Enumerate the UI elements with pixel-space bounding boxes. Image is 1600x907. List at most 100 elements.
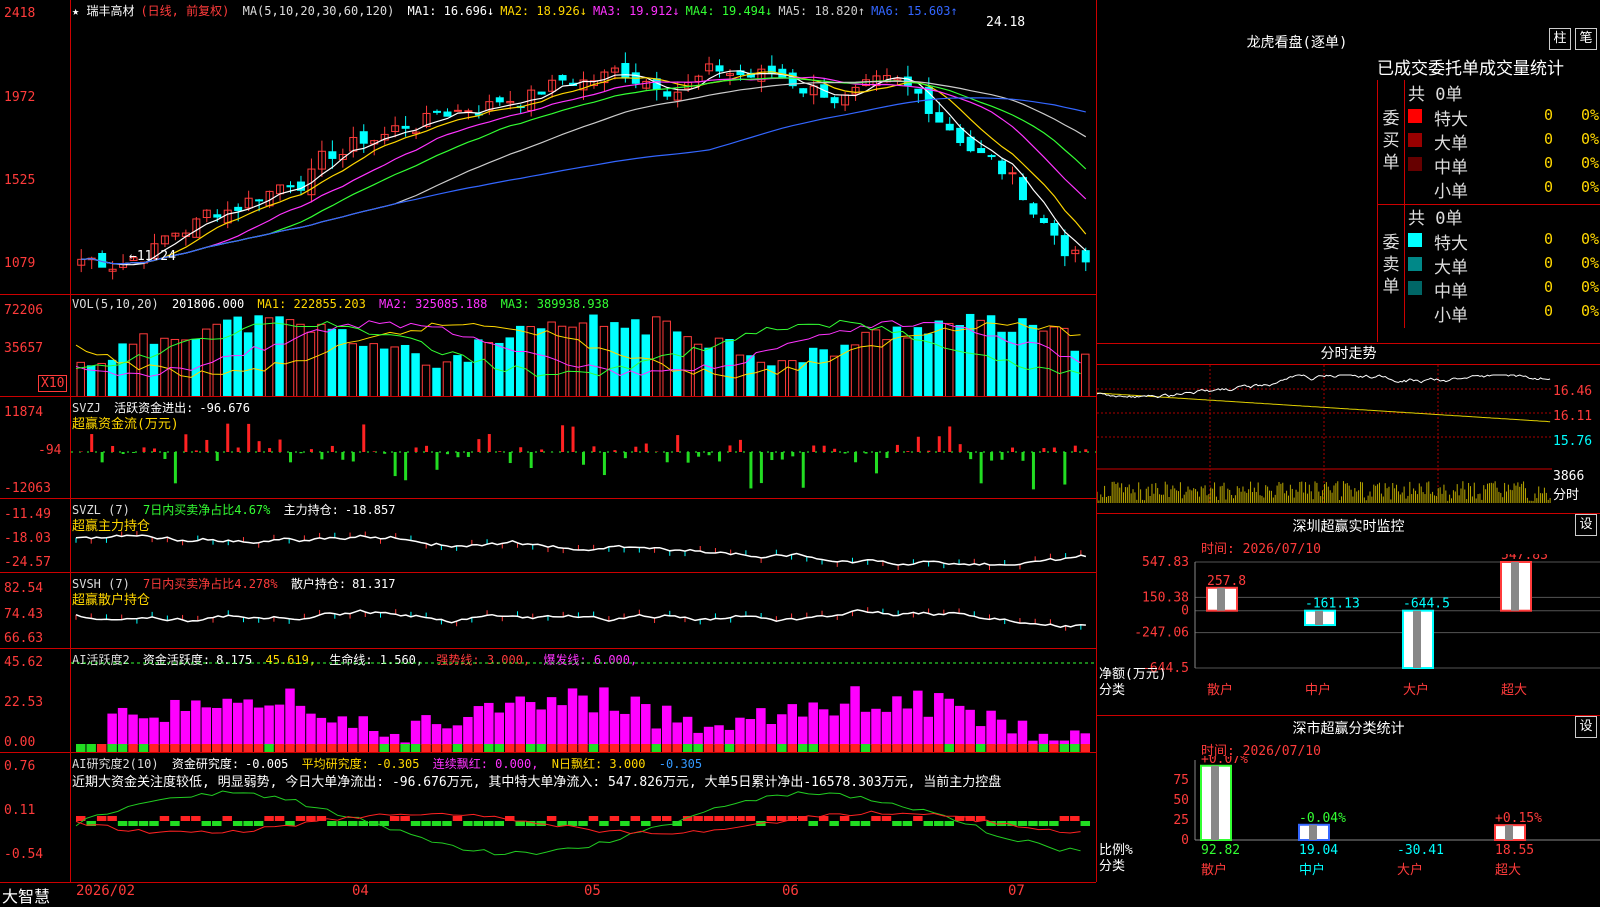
flow-bar bbox=[477, 439, 480, 452]
research-bar bbox=[1060, 816, 1069, 821]
activity-bar bbox=[515, 696, 524, 745]
kline-axis: 2418 1972 1525 1079 bbox=[0, 0, 71, 294]
activity-bar bbox=[631, 697, 640, 745]
sz-monitor-chart[interactable]: 547.83150.380-247.06-644.5净额(万元)分类257.8散… bbox=[1097, 554, 1600, 716]
volume-bar bbox=[454, 356, 461, 397]
activity-bar bbox=[432, 724, 441, 745]
volume-bar bbox=[516, 326, 523, 397]
activity-bar bbox=[913, 691, 922, 745]
research-bar bbox=[620, 821, 629, 826]
activity-bar bbox=[463, 717, 472, 745]
chart-area[interactable]: 2418 1972 1525 1079 ★ 瑞丰高材(日线, 前复权) MA(5… bbox=[0, 0, 1097, 882]
category-label: 散户 bbox=[1201, 862, 1227, 878]
flow-bar bbox=[1084, 449, 1087, 452]
axis-label: -247.06 bbox=[1134, 626, 1189, 641]
axis-label: 1079 bbox=[4, 256, 35, 271]
volume-bar bbox=[307, 332, 314, 397]
ai-research-pane[interactable]: 0.76 0.11 -0.54 AI研究度2(10) 资金研究度:-0.005 … bbox=[0, 752, 1096, 883]
flow-bar bbox=[90, 434, 93, 452]
volume-bar bbox=[809, 348, 816, 397]
order-stats-tab[interactable]: 已成交委托单成交量统计 bbox=[1377, 54, 1600, 78]
axis-label: 66.63 bbox=[4, 631, 43, 646]
activity-bar bbox=[181, 711, 190, 745]
intraday-chart[interactable] bbox=[1097, 365, 1600, 503]
axis-label: -11.49 bbox=[4, 507, 51, 522]
activity-bar bbox=[997, 720, 1006, 745]
order-percent: 0% bbox=[1581, 154, 1599, 172]
volume-chart[interactable] bbox=[71, 295, 1096, 397]
activity-bar bbox=[641, 704, 650, 745]
activity-base bbox=[1049, 744, 1058, 752]
color-swatch bbox=[1408, 109, 1422, 123]
candle-body bbox=[329, 152, 336, 159]
volume-multiplier[interactable]: X10 bbox=[38, 375, 67, 392]
flow-bar bbox=[258, 441, 261, 452]
activity-bar bbox=[965, 710, 974, 745]
flow-bar bbox=[781, 452, 784, 460]
order-type: 特大 bbox=[1434, 229, 1468, 254]
svzj-pane[interactable]: 11874 -94 -12063 SVZJ 活跃资金进出:-96.676 超赢资… bbox=[0, 396, 1096, 499]
volume-bar bbox=[475, 340, 482, 397]
candle-body bbox=[360, 132, 367, 143]
order-type: 中单 bbox=[1434, 153, 1468, 178]
bar-top-label: +0.07% bbox=[1201, 756, 1248, 767]
volume-bar bbox=[1029, 325, 1036, 397]
order-count: 0 bbox=[1544, 154, 1553, 172]
flow-bar bbox=[310, 449, 313, 452]
svsh-chart[interactable] bbox=[71, 573, 1096, 649]
activity-bar bbox=[578, 696, 587, 745]
volume-pane[interactable]: 72206 35657 X10 VOL(5,10,20) 201806.000 … bbox=[0, 294, 1096, 397]
svsh-pane[interactable]: 82.54 74.43 66.63 SVSH (7) 7日内买卖净占比4.278… bbox=[0, 572, 1096, 649]
activity-base bbox=[557, 744, 566, 752]
svzl-chart[interactable] bbox=[71, 499, 1096, 573]
volume-bar bbox=[872, 330, 879, 397]
intraday-panel[interactable]: 分时走势 16.46 16.11 15.76 3866 分时 bbox=[1097, 343, 1600, 504]
ai-activity-chart[interactable] bbox=[71, 649, 1096, 753]
flow-bar bbox=[592, 446, 595, 452]
order-type: 小单 bbox=[1434, 301, 1468, 326]
flow-bar bbox=[498, 451, 501, 452]
ai-activity-pane[interactable]: 45.62 22.53 0.00 AI活跃度2 资金活跃度:8.175 45.6… bbox=[0, 648, 1096, 753]
activity-bar bbox=[861, 712, 870, 745]
flow-bar bbox=[362, 424, 365, 452]
bar-toggle-button[interactable]: 柱 bbox=[1549, 28, 1571, 50]
activity-bar bbox=[369, 731, 378, 745]
research-bar bbox=[808, 821, 817, 826]
activity-base bbox=[850, 744, 859, 752]
settings-button[interactable]: 设 bbox=[1575, 716, 1597, 738]
activity-base bbox=[369, 744, 378, 752]
activity-bar bbox=[882, 712, 891, 745]
flow-bar bbox=[289, 452, 292, 462]
date-label: 07 bbox=[1008, 883, 1025, 899]
activity-bar bbox=[170, 700, 179, 745]
sz-class-chart[interactable]: 7550250比例%分类+0.07%92.82散户-0.04%19.04中户-3… bbox=[1097, 756, 1600, 901]
volume-bar bbox=[98, 363, 105, 397]
flow-bar bbox=[216, 452, 219, 461]
activity-base bbox=[536, 744, 545, 752]
research-bar bbox=[181, 816, 190, 821]
activity-bar bbox=[955, 706, 964, 745]
flow-bar bbox=[1074, 446, 1077, 452]
svzj-chart[interactable] bbox=[71, 397, 1096, 499]
sz-monitor-title: 深圳超赢实时监控 bbox=[1097, 516, 1600, 536]
sz-class-panel[interactable]: 深市超赢分类统计 设 时间: 2026/07/10 7550250比例%分类+0… bbox=[1097, 715, 1600, 901]
activity-base bbox=[76, 744, 85, 752]
activity-bar bbox=[788, 704, 797, 745]
date-axis: 大智慧 2026/02 04 05 06 07 bbox=[0, 882, 1096, 901]
kline-pane[interactable]: 2418 1972 1525 1079 ★ 瑞丰高材(日线, 前复权) MA(5… bbox=[0, 0, 1096, 294]
activity-base bbox=[379, 744, 388, 752]
settings-button[interactable]: 设 bbox=[1575, 514, 1597, 536]
volume-bar bbox=[851, 345, 858, 397]
research-bar bbox=[934, 821, 943, 826]
y-axis-label: 净额(万元) bbox=[1099, 667, 1167, 682]
svzl-pane[interactable]: -11.49 -18.03 -24.57 SVZL (7) 7日内买卖净占比4.… bbox=[0, 498, 1096, 573]
kline-chart[interactable]: 24.18←11.24 bbox=[71, 0, 1096, 294]
tick-toggle-button[interactable]: 笔 bbox=[1575, 28, 1597, 50]
ai-research-chart[interactable] bbox=[71, 753, 1096, 883]
axis-label: 15.76 bbox=[1553, 434, 1592, 449]
activity-bar bbox=[495, 713, 504, 745]
research-bar bbox=[850, 821, 859, 826]
activity-base bbox=[568, 744, 577, 752]
order-type: 大单 bbox=[1434, 253, 1468, 278]
sz-monitor-panel[interactable]: 深圳超赢实时监控 设 时间: 2026/07/10 547.83150.380-… bbox=[1097, 513, 1600, 716]
